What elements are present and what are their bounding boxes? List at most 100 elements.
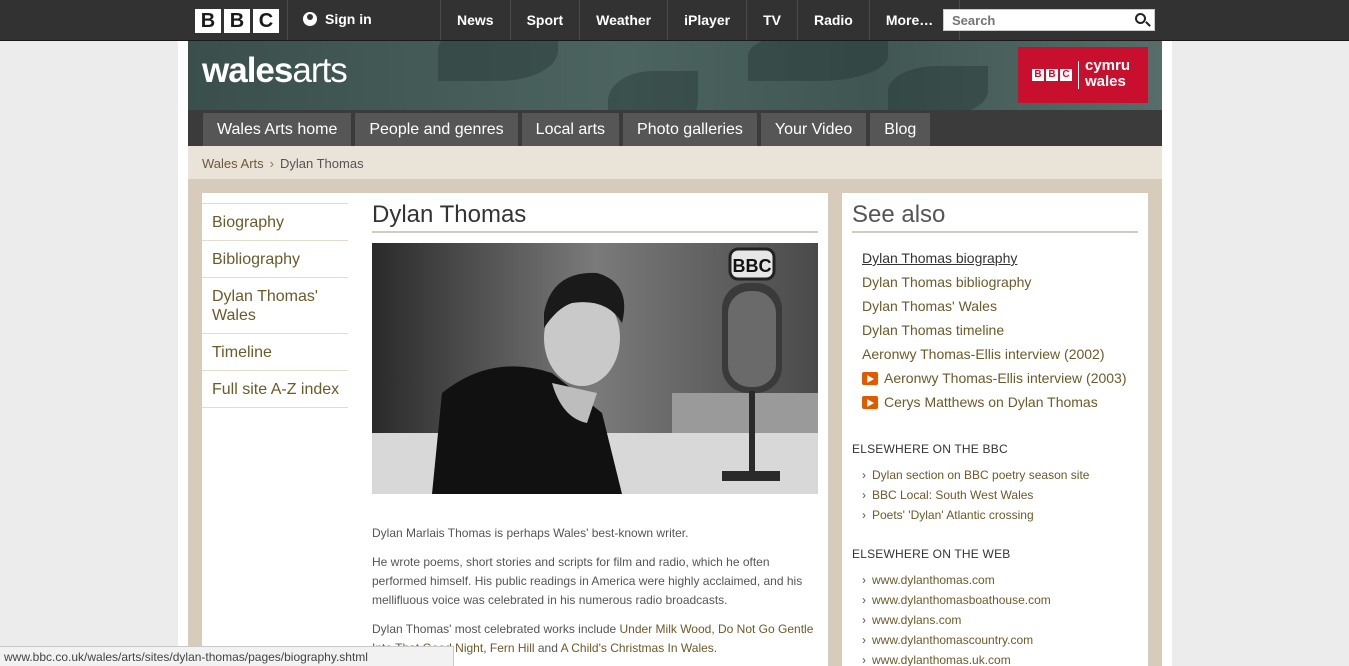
banner-pattern — [608, 71, 698, 110]
see-also-link[interactable]: Aeronwy Thomas-Ellis interview (2003) — [884, 368, 1127, 388]
breadcrumb-current: Dylan Thomas — [280, 156, 364, 171]
banner-pattern — [748, 41, 888, 81]
bbc-mini-letter: C — [1060, 69, 1072, 81]
list-item[interactable]: Dylan Thomas timeline — [862, 318, 1138, 342]
nav-tv[interactable]: TV — [746, 0, 797, 40]
elsewhere-web-list: www.dylanthomas.com www.dylanthomasboath… — [852, 570, 1138, 666]
bbc-global-nav: News Sport Weather iPlayer TV Radio More… — [440, 0, 961, 40]
see-also-link[interactable]: Dylan Thomas timeline — [862, 320, 1004, 340]
user-icon — [303, 12, 317, 26]
list-item[interactable]: Aeronwy Thomas-Ellis interview (2003) — [862, 366, 1138, 390]
badge-text: cymru wales — [1085, 58, 1130, 90]
external-link[interactable]: www.dylans.com — [862, 610, 1138, 630]
chevron-right-icon: › — [269, 156, 274, 171]
see-also-link[interactable]: Dylan Thomas bibliography — [862, 272, 1031, 292]
left-nav-dylan-thomas-wales[interactable]: Dylan Thomas' Wales — [202, 278, 348, 334]
tab-blog[interactable]: Blog — [870, 113, 931, 146]
external-link[interactable]: www.dylanthomasboathouse.com — [862, 590, 1138, 610]
link-childs-christmas[interactable]: A Child's Christmas In Wales — [561, 641, 714, 655]
text: . — [713, 641, 718, 655]
paragraph: He wrote poems, short stories and script… — [372, 555, 803, 607]
site-title-bold: wales — [202, 51, 293, 90]
bbc-mini-logo: B B C — [1032, 69, 1072, 81]
external-link[interactable]: www.dylanthomas.com — [862, 570, 1138, 590]
see-also-link[interactable]: Aeronwy Thomas-Ellis interview (2002) — [862, 344, 1105, 364]
sign-in-link[interactable]: Sign in — [303, 11, 372, 27]
wales-arts-banner: walesarts B B C cymru wales — [188, 41, 1162, 110]
external-link[interactable]: Poets' 'Dylan' Atlantic crossing — [862, 505, 1138, 525]
page-title: Dylan Thomas — [372, 193, 818, 233]
bbc-logo-letter: B — [224, 9, 250, 33]
status-bar-url: www.bbc.co.uk/wales/arts/sites/dylan-tho… — [0, 646, 454, 666]
bbc-cymru-wales-badge[interactable]: B B C cymru wales — [1018, 47, 1148, 103]
text: Dylan Thomas' most celebrated works incl… — [372, 622, 620, 636]
link-under-milk-wood[interactable]: Under Milk Wood — [620, 622, 712, 636]
search-box — [943, 9, 1155, 31]
banner-pattern — [888, 66, 988, 110]
external-link[interactable]: www.dylanthomas.uk.com — [862, 650, 1138, 666]
see-also-list: Dylan Thomas biography Dylan Thomas bibl… — [852, 246, 1138, 414]
list-item[interactable]: Dylan Thomas' Wales — [862, 294, 1138, 318]
photo-illustration: BBC — [372, 243, 818, 494]
see-also-sidebar: See also Dylan Thomas biography Dylan Th… — [842, 193, 1148, 666]
nav-news[interactable]: News — [440, 0, 510, 40]
list-item[interactable]: Cerys Matthews on Dylan Thomas — [862, 390, 1138, 414]
breadcrumb: Wales Arts › Dylan Thomas — [188, 146, 1162, 179]
list-item[interactable]: Dylan Thomas biography — [862, 246, 1138, 270]
text: and — [534, 641, 561, 655]
see-also-link[interactable]: Dylan Thomas' Wales — [862, 296, 997, 316]
external-link[interactable]: BBC Local: South West Wales — [862, 485, 1138, 505]
tab-your-video[interactable]: Your Video — [760, 113, 867, 146]
tab-wales-arts-home[interactable]: Wales Arts home — [203, 113, 352, 146]
badge-line-2: wales — [1085, 73, 1126, 90]
bbc-top-bar: B B C Sign in News Sport Weather iPlayer… — [0, 0, 1349, 41]
left-nav-bibliography[interactable]: Bibliography — [202, 241, 348, 278]
divider — [287, 0, 288, 40]
see-also-title: See also — [852, 193, 1138, 233]
see-also-link[interactable]: Dylan Thomas biography — [862, 248, 1017, 268]
nav-weather[interactable]: Weather — [579, 0, 667, 40]
site-title[interactable]: walesarts — [202, 51, 348, 91]
see-also-link[interactable]: Cerys Matthews on Dylan Thomas — [884, 392, 1098, 412]
article: Dylan Thomas BBC Dylan Marlais Thomas is… — [362, 193, 828, 666]
elsewhere-bbc-heading: ELSEWHERE ON THE BBC — [852, 442, 1008, 456]
tab-photo-galleries[interactable]: Photo galleries — [623, 113, 757, 146]
nav-radio[interactable]: Radio — [796, 0, 869, 40]
breadcrumb-parent[interactable]: Wales Arts — [202, 156, 264, 171]
list-item[interactable]: Aeronwy Thomas-Ellis interview (2002) — [862, 342, 1138, 366]
microphone-label: BBC — [733, 256, 772, 276]
external-link[interactable]: Dylan section on BBC poetry season site — [862, 465, 1138, 485]
text: , — [483, 641, 490, 655]
site-title-light: arts — [292, 51, 347, 90]
dylan-thomas-photo: BBC — [372, 243, 818, 494]
badge-divider — [1078, 61, 1079, 89]
tab-people-and-genres[interactable]: People and genres — [355, 113, 518, 146]
external-link[interactable]: www.dylanthomascountry.com — [862, 630, 1138, 650]
bbc-mini-letter: B — [1046, 69, 1058, 81]
bbc-mini-letter: B — [1032, 69, 1044, 81]
left-nav-biography[interactable]: Biography — [202, 204, 348, 241]
bbc-logo-letter: B — [195, 9, 221, 33]
elsewhere-web-heading: ELSEWHERE ON THE WEB — [852, 547, 1011, 561]
elsewhere-bbc-list: Dylan section on BBC poetry season site … — [852, 465, 1138, 525]
left-nav-timeline[interactable]: Timeline — [202, 334, 348, 371]
nav-sport[interactable]: Sport — [509, 0, 580, 40]
search-input[interactable] — [944, 10, 1124, 30]
left-nav: Biography Bibliography Dylan Thomas' Wal… — [202, 193, 362, 666]
badge-line-1: cymru — [1085, 57, 1131, 74]
paragraph: Dylan Marlais Thomas is perhaps Wales' b… — [372, 526, 689, 540]
search-icon[interactable] — [1135, 13, 1146, 24]
left-nav-az-index[interactable]: Full site A-Z index — [202, 371, 348, 408]
banner-pattern — [438, 41, 558, 81]
sign-in-label: Sign in — [325, 11, 372, 27]
text: , — [711, 622, 718, 636]
nav-iplayer[interactable]: iPlayer — [667, 0, 746, 40]
video-play-icon — [862, 371, 878, 385]
section-nav: Wales Arts home People and genres Local … — [188, 110, 1162, 146]
bbc-logo-letter: C — [253, 9, 279, 33]
list-item[interactable]: Dylan Thomas bibliography — [862, 270, 1138, 294]
tab-local-arts[interactable]: Local arts — [521, 113, 620, 146]
link-fern-hill[interactable]: Fern Hill — [490, 641, 535, 655]
video-play-icon — [862, 395, 878, 409]
bbc-logo[interactable]: B B C — [195, 9, 279, 33]
